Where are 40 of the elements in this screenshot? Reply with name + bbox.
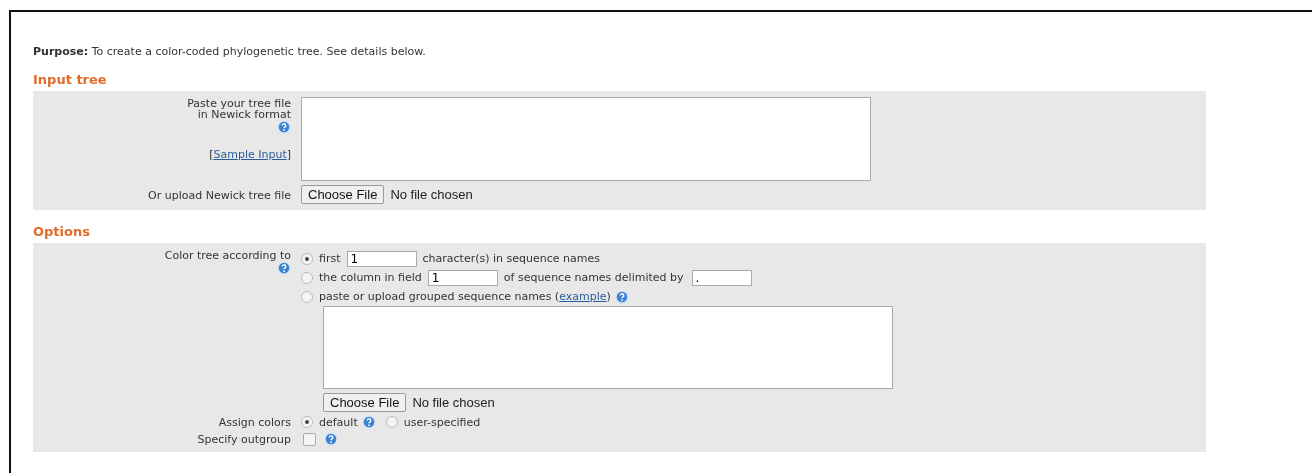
option-text: the column in field [319,271,422,284]
bracket-text: ] [286,148,291,161]
option-text: user-specified [403,415,481,429]
help-icon[interactable] [324,432,338,446]
option-text: paste or upload grouped sequence names ( [319,290,560,303]
bracket-text: [ [209,148,214,161]
file-status: No file chosen [412,395,495,410]
choose-file-button[interactable]: Choose File [323,393,407,412]
radio-button[interactable] [301,252,313,265]
outgroup-label: Specify outgroup [197,433,291,445]
section-heading: Input tree [33,72,108,87]
tree-text-area[interactable] [301,97,871,181]
option-text: of sequence names delimited by [503,271,684,284]
radio-button[interactable] [301,271,313,284]
file-status: No file chosen [390,187,473,202]
assign-colors-label: Assign colors [218,416,291,428]
option-text: character(s) in sequence names [422,252,600,265]
sample-input-link[interactable]: Sample Input [213,148,287,161]
help-icon[interactable] [361,415,376,429]
option-text: first [319,252,341,265]
option-text: default [319,415,358,429]
purpose-text: Purpose: To create a color-coded phylogenetic tree. See details below. [33,45,427,58]
number-field[interactable]: 1 [427,269,498,286]
groups-text-area[interactable] [323,306,893,389]
help-icon[interactable] [277,120,291,134]
help-icon[interactable] [277,261,291,275]
paste-label: Paste your tree file in Newick format [187,97,291,120]
color-by-label: Color tree according to [164,249,291,261]
delimiter-field[interactable]: . [691,269,752,286]
option-text: ) [606,290,611,303]
help-icon[interactable] [614,289,629,304]
choose-file-button[interactable]: Choose File [301,185,385,204]
number-field[interactable]: 1 [346,250,417,267]
upload-label: Or upload Newick tree file [148,188,291,201]
radio-button[interactable] [385,416,398,428]
radio-button[interactable] [301,416,313,428]
example-link[interactable]: example [559,290,607,303]
radio-button[interactable] [301,290,313,303]
checkbox[interactable] [303,432,316,446]
section-heading: Options [33,224,91,239]
